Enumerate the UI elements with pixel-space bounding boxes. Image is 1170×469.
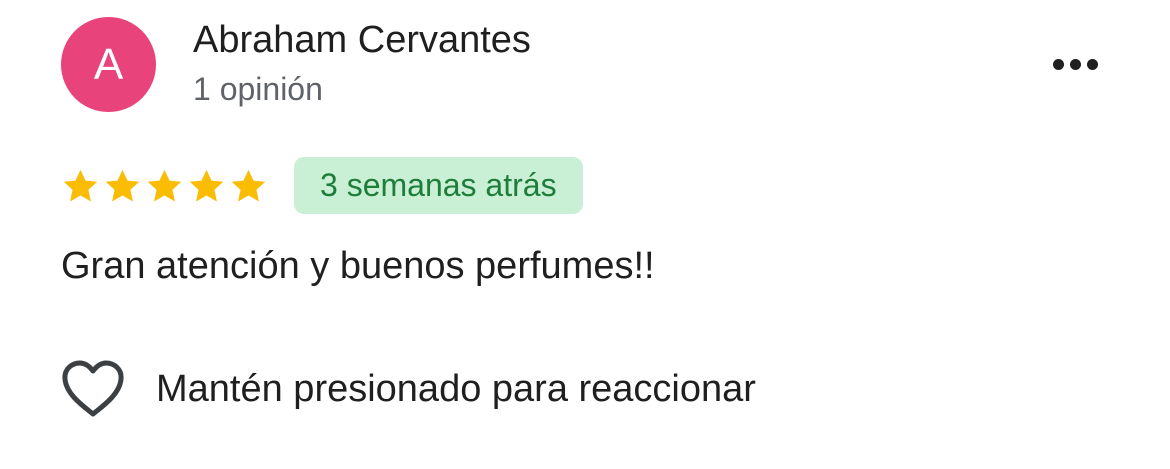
react-label: Mantén presionado para reaccionar <box>156 367 756 410</box>
star-icon <box>231 169 266 201</box>
author-name[interactable]: Abraham Cervantes <box>193 19 531 62</box>
star-icon <box>147 169 182 201</box>
author-review-count: 1 opinión <box>193 71 323 107</box>
star-icon <box>63 169 98 201</box>
star-icon <box>105 169 140 201</box>
date-badge: 3 semanas atrás <box>294 157 583 214</box>
avatar[interactable]: A <box>61 17 156 112</box>
more-options-icon-dot <box>1086 58 1098 70</box>
date-badge-label: 3 semanas atrás <box>320 167 557 203</box>
star-rating <box>61 163 268 209</box>
heart-outline-icon[interactable] <box>60 359 126 419</box>
more-options-icon-dot <box>1052 58 1064 70</box>
review-text: Gran atención y buenos perfumes!! <box>61 245 655 287</box>
avatar-initial: A <box>93 39 124 89</box>
react-button[interactable]: Mantén presionado para reaccionar <box>60 356 756 422</box>
more-options-icon-dot <box>1069 58 1081 70</box>
star-icon <box>189 169 224 201</box>
more-options-button[interactable] <box>1040 44 1110 84</box>
